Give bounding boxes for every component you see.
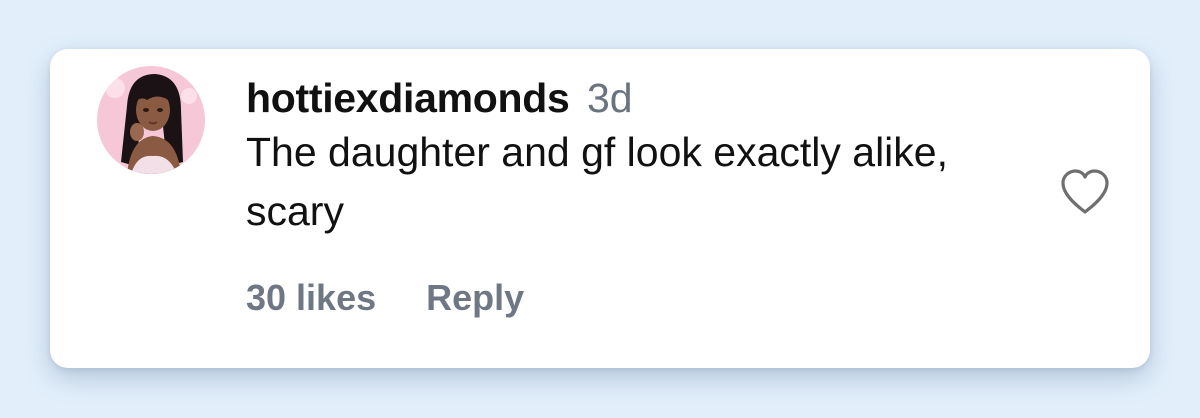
likes-count[interactable]: 30 likes (246, 277, 376, 319)
avatar[interactable] (97, 66, 205, 174)
comment-text: The daughter and gf look exactly alike, … (246, 129, 948, 234)
comment-header: hottiexdiamonds 3d (246, 73, 1046, 123)
reply-button[interactable]: Reply (426, 277, 524, 319)
heart-outline-icon (1061, 169, 1109, 214)
comment-content: hottiexdiamonds 3d The daughter and gf l… (246, 73, 1046, 241)
username[interactable]: hottiexdiamonds (246, 75, 570, 121)
user-avatar-icon (97, 66, 205, 174)
comment-card: hottiexdiamonds 3d The daughter and gf l… (50, 49, 1150, 368)
timestamp: 3d (586, 75, 633, 121)
comment-actions: 30 likes Reply (246, 277, 524, 319)
like-button[interactable] (1059, 168, 1111, 216)
